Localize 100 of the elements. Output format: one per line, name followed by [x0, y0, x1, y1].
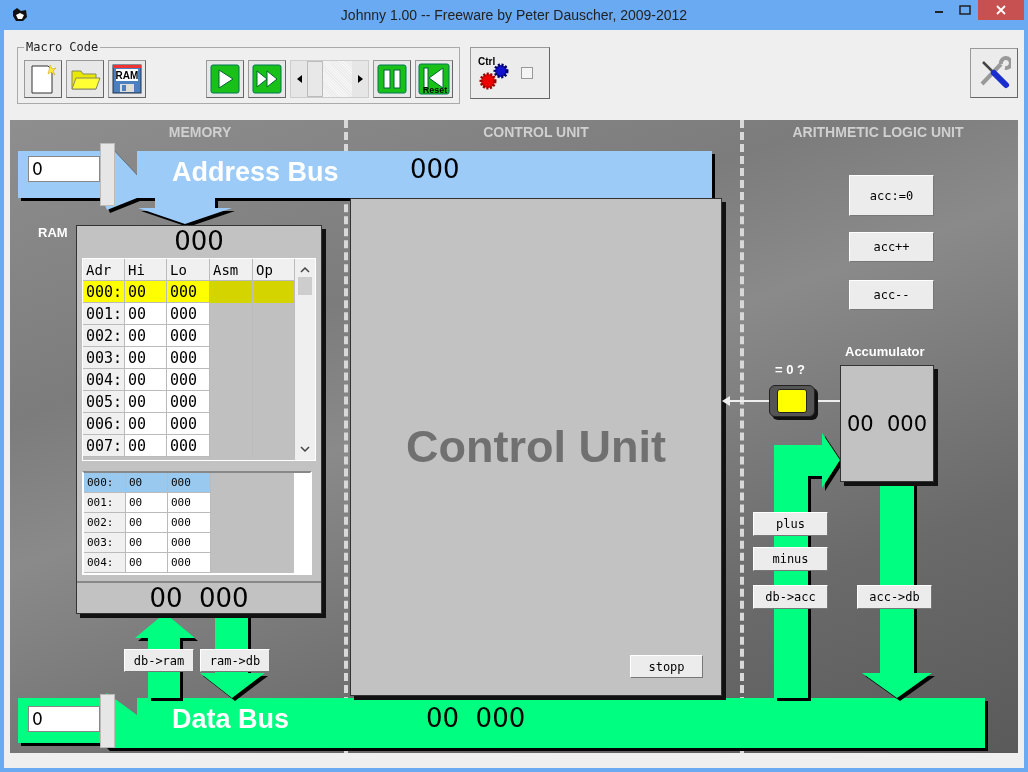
ram-label: RAM	[38, 225, 68, 240]
accumulator-button[interactable]: acc:=0	[849, 175, 934, 216]
column-header: Asm	[210, 259, 253, 281]
table-cell: 000	[168, 553, 211, 573]
table-cell: 003:	[84, 533, 126, 553]
pause-icon	[377, 63, 407, 94]
memory-row[interactable]: 002: 00 000	[84, 513, 295, 533]
memory-row[interactable]: 006: 00 000	[83, 413, 295, 435]
memory-row[interactable]: 000: 00 000	[84, 473, 295, 493]
scroll-left-icon[interactable]	[291, 60, 307, 97]
ctrl-button[interactable]: Ctrl	[470, 47, 550, 99]
table-cell: 002:	[83, 325, 125, 347]
control-unit-label: Control Unit	[405, 421, 667, 473]
memory-row[interactable]: 007: 00 000	[83, 435, 295, 457]
accumulator-label: Accumulator	[845, 344, 925, 359]
scroll-right-icon[interactable]	[352, 60, 368, 97]
memory-row[interactable]: 005: 00 000	[83, 391, 295, 413]
accumulator-button[interactable]: acc++	[849, 232, 934, 262]
alu-button[interactable]: db->acc	[753, 585, 828, 609]
alu-button[interactable]: plus	[753, 512, 828, 536]
speed-slider[interactable]	[290, 59, 369, 98]
table-cell: 000:	[83, 281, 125, 303]
table-cell: 00	[125, 435, 167, 457]
table-cell: 00	[125, 369, 167, 391]
table-cell: 000:	[84, 473, 126, 493]
table-cell: 00	[125, 325, 167, 347]
scroll-thumb[interactable]	[298, 277, 312, 295]
ram-address: 000	[174, 226, 224, 256]
memory-row[interactable]: 003: 00 000	[83, 347, 295, 369]
table-cell: 00	[126, 553, 168, 573]
table-cell: 003:	[83, 347, 125, 369]
column-header: Lo	[167, 259, 210, 281]
memory-row[interactable]: 004: 00 000	[83, 369, 295, 391]
accumulator-button[interactable]: acc--	[849, 280, 934, 310]
stopp-button[interactable]: stopp	[630, 655, 703, 678]
scroll-down-icon[interactable]	[300, 444, 310, 454]
table-cell: 000	[167, 303, 210, 325]
pause-button[interactable]	[373, 59, 411, 98]
ctrl-checkbox[interactable]	[521, 67, 533, 79]
table-cell: 004:	[84, 553, 126, 573]
table-cell: 000	[168, 473, 211, 493]
column-header: Hi	[125, 259, 167, 281]
bus-value: 00 000	[426, 703, 526, 733]
table-cell: 00	[125, 347, 167, 369]
memory-row[interactable]: 000: 00 000	[83, 281, 295, 303]
column-header: Op	[253, 259, 295, 281]
table-cell: 005:	[83, 391, 125, 413]
table-cell: 000	[168, 493, 211, 513]
memory-row[interactable]: 004: 00 000	[84, 553, 295, 573]
fast-forward-button[interactable]	[248, 59, 286, 98]
memory-row[interactable]: 002: 00 000	[83, 325, 295, 347]
table-cell: 00	[125, 281, 167, 303]
table-cell: 00	[125, 391, 167, 413]
alu-button[interactable]: acc->db	[857, 585, 932, 609]
address-input[interactable]: 0	[28, 156, 100, 182]
section-title: CONTROL UNIT	[483, 124, 589, 140]
bus-value: 000	[410, 154, 460, 184]
window-title: Johnny 1.00 -- Freeware by Peter Dauscher, 2009-2012	[339, 7, 689, 23]
table-cell: 00	[126, 473, 168, 493]
group-label: Macro Code	[25, 40, 100, 54]
memory-row[interactable]: 001: 00 000	[83, 303, 295, 325]
table-cell: 00	[126, 493, 168, 513]
open-folder-button[interactable]	[66, 59, 104, 98]
transfer-button[interactable]: db->ram	[124, 649, 194, 672]
play-icon	[210, 63, 240, 94]
alu-button[interactable]: minus	[753, 547, 828, 571]
settings-button[interactable]	[970, 48, 1018, 98]
table-cell: 000	[168, 533, 211, 553]
accumulator-value: 00 000	[846, 411, 928, 436]
close-button[interactable]	[978, 0, 1024, 20]
table-cell: 000	[168, 513, 211, 533]
slider-thumb[interactable]	[307, 60, 323, 97]
table-cell: 00	[125, 413, 167, 435]
data-handle[interactable]	[100, 694, 115, 748]
bus-label: Address Bus	[172, 157, 339, 188]
transfer-button[interactable]: ram->db	[200, 649, 270, 672]
new-file-button[interactable]	[24, 59, 62, 98]
scroll-up-icon[interactable]	[300, 265, 310, 275]
new-document-icon	[28, 62, 58, 95]
table-cell: 001:	[83, 303, 125, 325]
data-input[interactable]: 0	[28, 706, 100, 732]
maximize-icon	[959, 5, 971, 15]
table-cell: 001:	[84, 493, 126, 513]
zero-flag-label: = 0 ?	[775, 362, 805, 377]
table-cell: 000	[167, 325, 210, 347]
table-cell: 000	[167, 391, 210, 413]
close-icon	[996, 5, 1006, 15]
memory-row[interactable]: 003: 00 000	[84, 533, 295, 553]
column-header: Adr	[83, 259, 125, 281]
table-cell: 000	[167, 347, 210, 369]
app-icon	[12, 8, 28, 22]
run-button[interactable]	[206, 59, 244, 98]
address-handle[interactable]	[100, 143, 115, 206]
memory-row[interactable]: 001: 00 000	[84, 493, 295, 513]
table-cell: 00	[126, 513, 168, 533]
table-cell: 002:	[84, 513, 126, 533]
table-cell: 000	[167, 281, 210, 303]
ram-data: 00 000	[149, 583, 249, 613]
section-title: MEMORY	[168, 124, 232, 140]
table-cell: 000	[167, 435, 210, 457]
